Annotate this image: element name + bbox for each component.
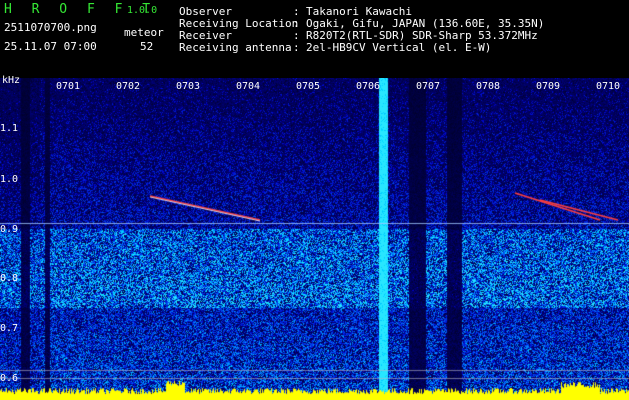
y-tick-label: 0.7 <box>0 323 19 334</box>
station-label: Receiving antenna <box>179 41 292 54</box>
x-tick-label: 0709 <box>536 81 561 92</box>
station-value: 2el-HB9CV Vertical (el. E-W) <box>306 41 492 54</box>
station-sep: : <box>293 41 300 54</box>
meteor-label: meteor <box>124 26 164 39</box>
y-axis-unit: kHz <box>2 75 21 86</box>
app-version: 1.0.0 <box>127 5 158 16</box>
y-tick-label: 0.9 <box>0 224 19 235</box>
spectrogram-canvas <box>0 78 629 400</box>
x-tick-label: 0704 <box>236 81 261 92</box>
y-tick-label: 1.0 <box>0 174 19 185</box>
x-tick-label: 0708 <box>476 81 501 92</box>
y-tick-label: 1.1 <box>0 123 19 134</box>
x-tick-label: 0701 <box>56 81 81 92</box>
x-tick-label: 0702 <box>116 81 141 92</box>
y-tick-label: 0.6 <box>0 373 19 384</box>
x-tick-label: 0703 <box>176 81 201 92</box>
datetime: 25.11.07 07:00 <box>4 40 97 53</box>
file-name: 2511070700.png <box>4 21 97 34</box>
x-tick-label: 0705 <box>296 81 321 92</box>
x-tick-label: 0707 <box>416 81 441 92</box>
x-tick-label: 0710 <box>596 81 621 92</box>
header-panel: H R O F F T 1.0.0 2511070700.png meteor … <box>0 0 629 78</box>
y-tick-label: 0.8 <box>0 273 19 284</box>
x-tick-label: 0706 <box>356 81 381 92</box>
meteor-count: 52 <box>140 40 154 53</box>
